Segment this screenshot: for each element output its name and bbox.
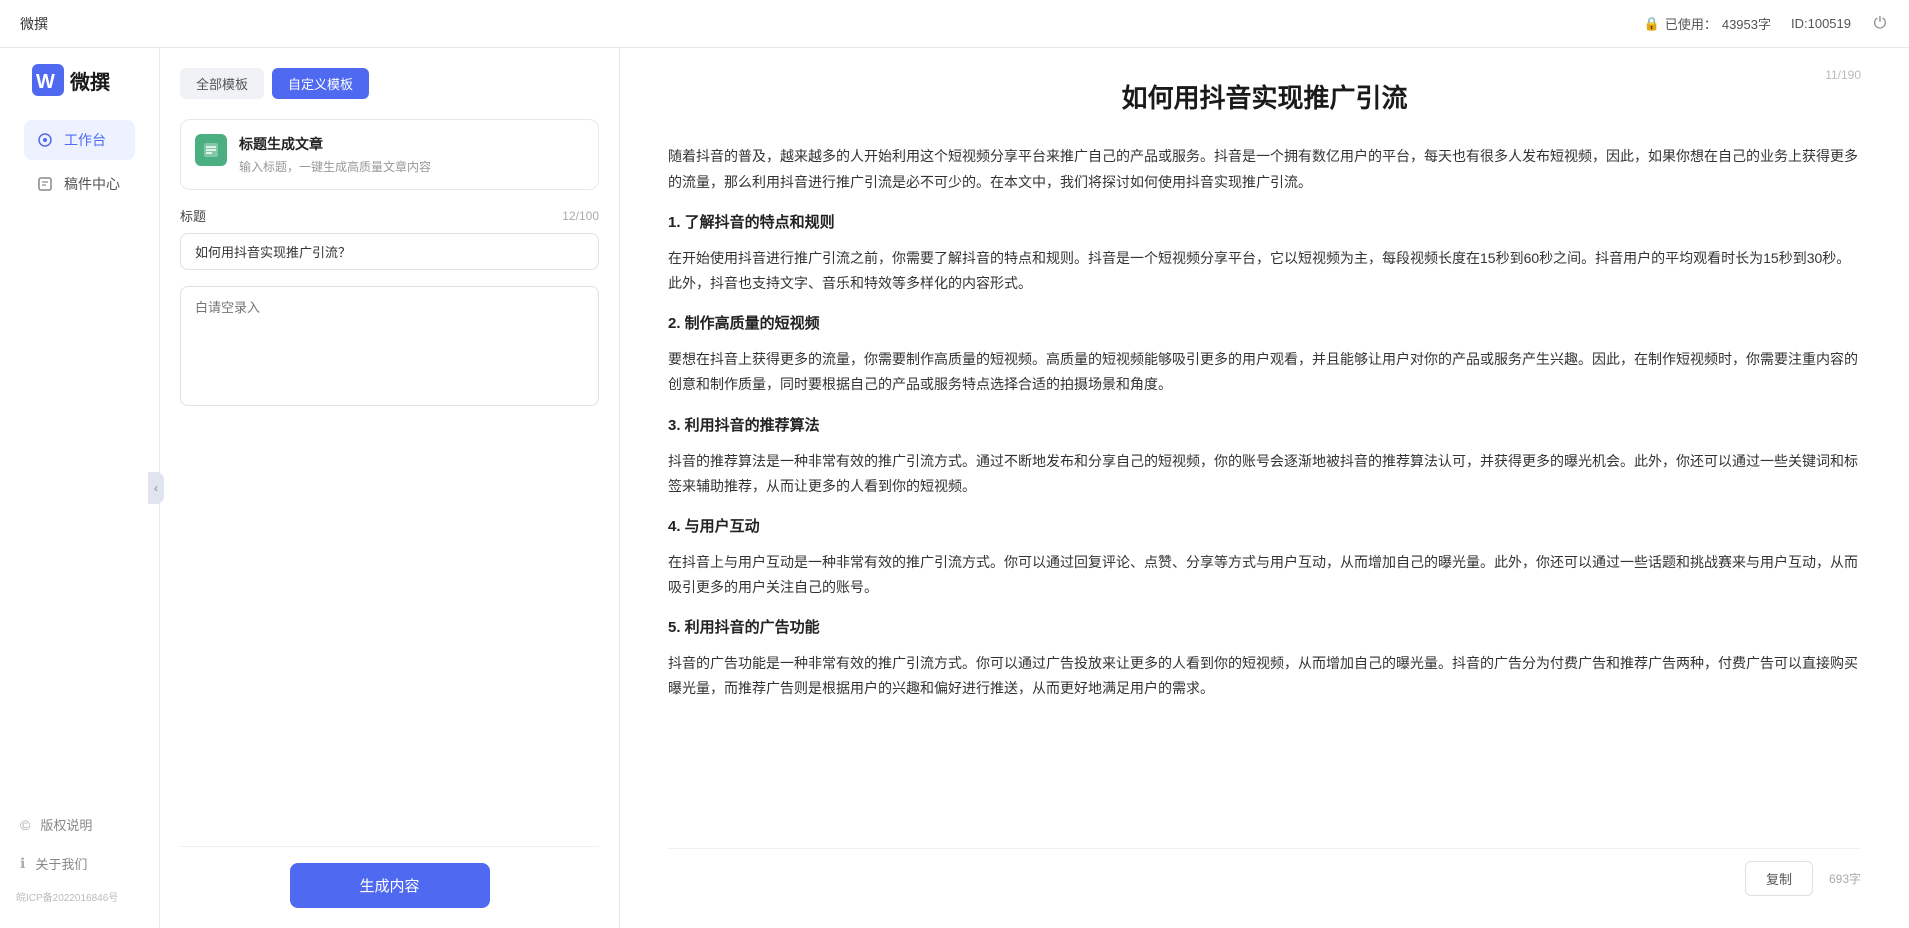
sidebar-item-copyright[interactable]: © 版权说明	[8, 807, 151, 842]
drafts-icon	[36, 175, 54, 193]
tab-custom-templates[interactable]: 自定义模板	[272, 68, 369, 99]
tab-all-templates[interactable]: 全部模板	[180, 68, 264, 99]
sidebar-item-about[interactable]: ℹ 关于我们	[8, 846, 151, 881]
workbench-label: 工作台	[64, 130, 106, 150]
logo-icon: W	[32, 64, 64, 96]
logo-text: 微撰	[70, 66, 110, 95]
article-heading: 5. 利用抖音的广告功能	[668, 614, 1861, 641]
sidebar-icp: 皖ICP备2022016846号	[0, 881, 159, 912]
title-counter: 12/100	[562, 209, 599, 223]
form-section: 标题 12/100	[180, 206, 599, 830]
article-paragraph: 抖音的广告功能是一种非常有效的推广引流方式。你可以通过广告投放来让更多的人看到你…	[668, 651, 1861, 701]
sidebar: W 微撰 工作台	[0, 48, 160, 928]
drafts-label: 稿件中心	[64, 174, 120, 194]
about-label: 关于我们	[35, 854, 87, 873]
sidebar-bottom: © 版权说明 ℹ 关于我们	[0, 807, 159, 881]
article-body: 随着抖音的普及，越来越多的人开始利用这个短视频分享平台来推广自己的产品或服务。抖…	[668, 144, 1861, 840]
article-paragraph: 要想在抖音上获得更多的流量，你需要制作高质量的短视频。高质量的短视频能够吸引更多…	[668, 347, 1861, 397]
title-field-group: 标题 12/100	[180, 206, 599, 270]
workbench-icon	[36, 131, 54, 149]
article-paragraph: 在开始使用抖音进行推广引流之前，你需要了解抖音的特点和规则。抖音是一个短视频分享…	[668, 246, 1861, 296]
usage-icon: 🔒	[1644, 16, 1660, 32]
copyright-label: 版权说明	[40, 815, 92, 834]
topbar-title: 微撰	[20, 14, 48, 34]
content-area: 全部模板 自定义模板 标题生成文章 输入标题，一键生成高质量文章内容	[160, 48, 1909, 928]
topbar-id: ID:100519	[1791, 16, 1851, 31]
usage-label: 已使用：	[1665, 14, 1717, 33]
usage-value: 43953字	[1722, 14, 1771, 33]
content-textarea[interactable]	[180, 286, 599, 406]
template-card-info: 标题生成文章 输入标题，一键生成高质量文章内容	[239, 134, 584, 175]
about-icon: ℹ	[20, 855, 25, 872]
svg-text:W: W	[36, 71, 55, 93]
article-title: 如何用抖音实现推广引流	[668, 80, 1861, 116]
article-paragraph: 抖音的推荐算法是一种非常有效的推广引流方式。通过不断地发布和分享自己的短视频，你…	[668, 449, 1861, 499]
template-card-icon	[195, 134, 227, 166]
article-page-info: 11/190	[1825, 68, 1861, 82]
sidebar-logo: W 微撰	[16, 64, 143, 120]
article-paragraph: 随着抖音的普及，越来越多的人开始利用这个短视频分享平台来推广自己的产品或服务。抖…	[668, 144, 1861, 194]
topbar-right: 🔒 已使用： 43953字 ID:100519 ⏻	[1644, 14, 1889, 33]
sidebar-item-drafts[interactable]: 稿件中心	[24, 164, 135, 204]
title-field-label: 标题 12/100	[180, 206, 599, 225]
template-card[interactable]: 标题生成文章 输入标题，一键生成高质量文章内容	[180, 119, 599, 190]
content-field-group	[180, 286, 599, 411]
power-icon[interactable]: ⏻	[1871, 15, 1889, 33]
sidebar-nav: 工作台 稿件中心	[16, 120, 143, 204]
title-input[interactable]	[180, 233, 599, 270]
topbar: 微撰 🔒 已使用： 43953字 ID:100519 ⏻	[0, 0, 1909, 48]
copy-button[interactable]: 复制	[1745, 861, 1813, 896]
title-label-text: 标题	[180, 206, 206, 225]
template-card-desc: 输入标题，一键生成高质量文章内容	[239, 158, 584, 175]
word-count: 693字	[1829, 870, 1861, 887]
article-heading: 2. 制作高质量的短视频	[668, 310, 1861, 337]
main-layout: W 微撰 工作台	[0, 48, 1909, 928]
generate-button[interactable]: 生成内容	[290, 863, 490, 908]
left-panel: 全部模板 自定义模板 标题生成文章 输入标题，一键生成高质量文章内容	[160, 48, 620, 928]
sidebar-item-workbench[interactable]: 工作台	[24, 120, 135, 160]
copyright-icon: ©	[20, 817, 30, 833]
article-heading: 3. 利用抖音的推荐算法	[668, 412, 1861, 439]
article-heading: 4. 与用户互动	[668, 513, 1861, 540]
article-heading: 1. 了解抖音的特点和规则	[668, 209, 1861, 236]
right-panel: 11/190 如何用抖音实现推广引流 随着抖音的普及，越来越多的人开始利用这个短…	[620, 48, 1909, 928]
sidebar-collapse-btn[interactable]: ‹	[148, 472, 164, 504]
article-paragraph: 在抖音上与用户互动是一种非常有效的推广引流方式。你可以通过回复评论、点赞、分享等…	[668, 550, 1861, 600]
topbar-usage: 🔒 已使用： 43953字	[1644, 14, 1771, 33]
form-divider	[180, 846, 599, 847]
article-footer: 复制 693字	[668, 848, 1861, 896]
template-card-title: 标题生成文章	[239, 134, 584, 154]
template-tabs: 全部模板 自定义模板	[180, 68, 599, 99]
